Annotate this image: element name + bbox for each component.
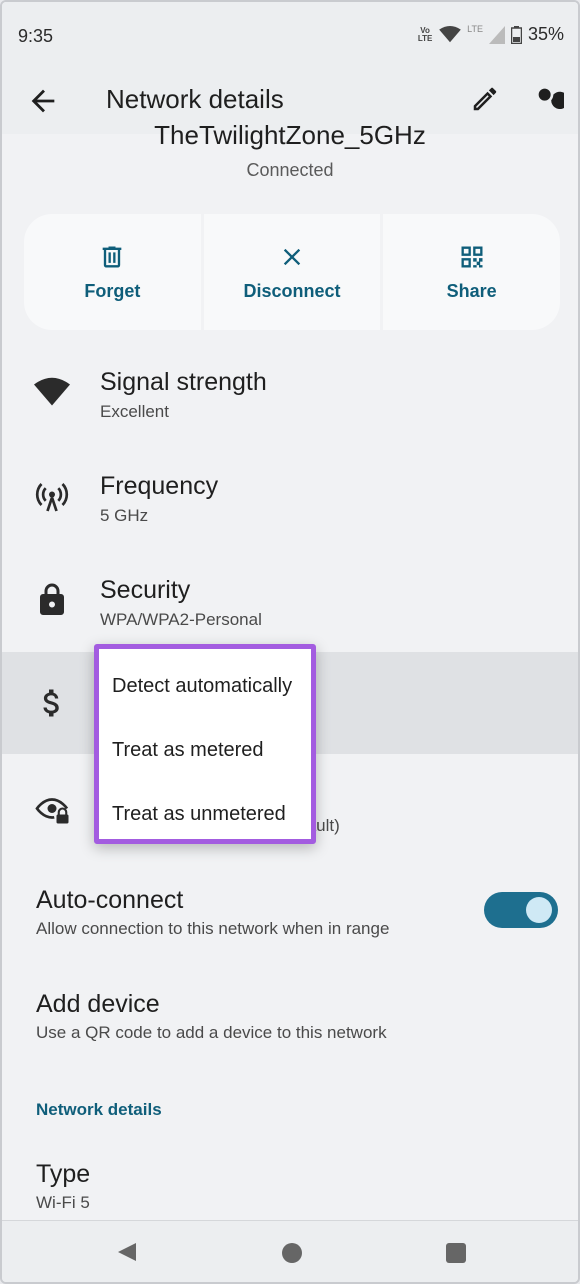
back-arrow-icon[interactable] (26, 84, 60, 118)
status-time: 9:35 (18, 26, 54, 46)
edit-pencil-icon[interactable] (470, 84, 500, 114)
list-item-signal-strength: Signal strength Excellent (2, 362, 578, 432)
page-title: Network details (106, 84, 284, 114)
metered-dropdown-menu: Detect automatically Treat as metered Tr… (94, 644, 316, 844)
security-value: WPA/WPA2-Personal (100, 610, 262, 629)
list-item-type: Type Wi-Fi 5 (2, 1158, 578, 1220)
network-name: TheTwilightZone_5GHz (154, 120, 426, 150)
lte-icon: LTE (467, 23, 483, 34)
lock-icon (40, 583, 64, 615)
wifi-signal-icon (34, 377, 70, 406)
security-title: Security (100, 576, 191, 604)
list-item-security: Security WPA/WPA2-Personal (2, 570, 578, 640)
option-treat-as-unmetered[interactable]: Treat as unmetered (112, 803, 286, 826)
share-label: Share (446, 280, 497, 301)
disconnect-button[interactable]: Disconnect (203, 214, 381, 330)
frequency-value: 5 GHz (100, 506, 149, 525)
forget-button[interactable]: Forget (24, 214, 201, 330)
list-item-add-device[interactable]: Add device Use a QR code to add a device… (2, 986, 578, 1056)
navigation-bar (2, 1220, 578, 1282)
nav-home-icon[interactable] (282, 1243, 302, 1263)
action-row: Forget Disconnect Share (24, 214, 561, 330)
frequency-title: Frequency (100, 472, 219, 500)
wifi-status-icon (439, 25, 461, 42)
list-item-frequency: Frequency 5 GHz (2, 466, 578, 536)
disconnect-label: Disconnect (243, 280, 341, 301)
close-icon (283, 248, 301, 265)
auto-connect-toggle[interactable] (484, 892, 558, 928)
auto-connect-title: Auto-connect (36, 886, 184, 914)
eye-lock-icon (35, 798, 69, 824)
nav-recents-icon[interactable] (446, 1243, 466, 1263)
volte-icon: Vo LTE (417, 25, 433, 43)
type-title: Type (36, 1160, 91, 1188)
add-device-description: Use a QR code to add a device to this ne… (36, 1023, 387, 1042)
toggle-knob (526, 897, 552, 923)
dollar-icon (43, 689, 59, 717)
nav-back-icon[interactable] (116, 1241, 138, 1263)
signal-strength-title: Signal strength (100, 368, 267, 396)
qr-code-icon (461, 246, 483, 267)
trash-icon (102, 246, 122, 267)
status-icons: Vo LTE LTE 35% (417, 24, 564, 45)
status-bar: 9:35 Vo LTE LTE 35% (2, 2, 578, 68)
signal-strength-value: Excellent (100, 402, 169, 421)
add-device-title: Add device (36, 990, 160, 1018)
share-button[interactable]: Share (383, 214, 561, 330)
antenna-icon (35, 483, 69, 512)
battery-level: 35% (527, 24, 564, 44)
option-detect-automatically[interactable]: Detect automatically (112, 675, 292, 698)
option-treat-as-metered[interactable]: Treat as metered (112, 739, 264, 762)
auto-connect-description: Allow connection to this network when in… (36, 919, 390, 938)
type-value: Wi-Fi 5 (36, 1193, 90, 1212)
battery-icon (510, 25, 522, 44)
screen: 9:35 Vo LTE LTE 35% Network details TheT… (0, 0, 580, 1284)
cell-signal-icon (488, 25, 505, 44)
network-status: Connected (246, 160, 334, 180)
section-header-network-details: Network details (36, 1100, 162, 1119)
forget-label: Forget (84, 280, 141, 301)
search-icon[interactable] (532, 82, 564, 114)
